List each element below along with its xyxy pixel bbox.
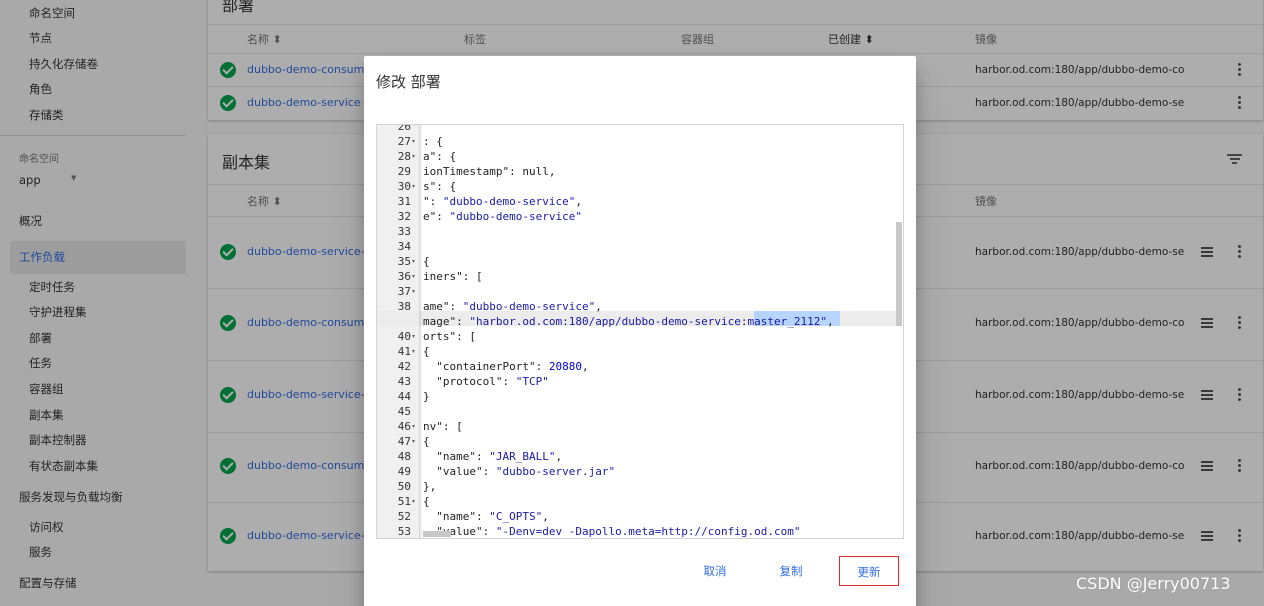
code-line[interactable]: { [423,254,430,269]
line-number: 29 [397,165,411,178]
line-number: 33 [397,225,411,238]
code-line[interactable]: { [423,494,430,509]
line-number: 30 [397,180,411,193]
fold-arrow-icon[interactable]: ▾ [412,494,415,509]
line-number: 41 [397,345,411,358]
line-number: 26 [397,124,411,133]
code-line[interactable]: "containerPort": 20880, [423,359,588,374]
fold-arrow-icon[interactable]: ▾ [412,284,415,299]
code-line[interactable]: ionTimestamp": null, [423,164,555,179]
line-number: 42 [397,360,411,373]
line-number: 31 [397,195,411,208]
fold-arrow-icon[interactable]: ▾ [412,329,415,344]
fold-arrow-icon[interactable]: ▾ [412,134,415,149]
code-line[interactable]: { [423,434,430,449]
vertical-scrollbar[interactable] [896,222,902,326]
json-editor[interactable]: 2627▾28▾2930▾3132333435▾36▾37▾383940▾41▾… [376,124,904,539]
code-line[interactable]: s": { [423,179,456,194]
code-line[interactable]: nv": [ [423,419,463,434]
line-number: 51 [397,495,411,508]
fold-arrow-icon[interactable]: ▾ [412,269,415,284]
horizontal-scrollbar[interactable] [423,531,451,537]
line-number: 32 [397,210,411,223]
fold-arrow-icon[interactable]: ▾ [412,419,415,434]
line-number: 35 [397,255,411,268]
line-number: 48 [397,450,411,463]
line-number: 27 [397,135,411,148]
copy-button[interactable]: 复制 [766,556,816,586]
code-line[interactable]: } [423,389,430,404]
code-line[interactable]: "value": "-Denv=dev -Dapollo.meta=http:/… [423,524,800,538]
line-number: 34 [397,240,411,253]
fold-arrow-icon[interactable]: ▾ [412,149,415,164]
line-number: 50 [397,480,411,493]
code-line[interactable]: "value": "dubbo-server.jar" [423,464,615,479]
editor-gutter: 2627▾28▾2930▾3132333435▾36▾37▾383940▾41▾… [377,125,420,538]
edit-deployment-dialog: 修改 部署 2627▾28▾2930▾3132333435▾36▾37▾3839… [364,56,916,606]
fold-arrow-icon[interactable]: ▾ [412,434,415,449]
code-line[interactable]: e": "dubbo-demo-service" [423,209,582,224]
line-number: 46 [397,420,411,433]
code-line[interactable]: "protocol": "TCP" [423,374,549,389]
code-line[interactable]: }, [423,479,436,494]
fold-arrow-icon[interactable]: ▾ [412,344,415,359]
code-line[interactable]: "name": "JAR_BALL", [423,449,562,464]
line-number: 43 [397,375,411,388]
watermark: CSDN @Jerry00713 [1076,574,1231,593]
line-number: 40 [397,330,411,343]
line-number: 36 [397,270,411,283]
line-number: 44 [397,390,411,403]
code-line[interactable]: ": "dubbo-demo-service", [423,194,582,209]
line-number: 49 [397,465,411,478]
cancel-button[interactable]: 取消 [690,556,740,586]
line-number: 52 [397,510,411,523]
code-line[interactable]: a": { [423,149,456,164]
fold-arrow-icon[interactable]: ▾ [412,254,415,269]
line-number: 53 [397,525,411,538]
line-number: 28 [397,150,411,163]
line-number: 37 [397,285,411,298]
code-line[interactable]: : { [423,134,443,149]
update-button[interactable]: 更新 [839,556,899,586]
line-number: 45 [397,405,411,418]
code-line[interactable]: orts": [ [423,329,476,344]
dialog-title: 修改 部署 [376,73,441,91]
line-number: 47 [397,435,411,448]
fold-arrow-icon[interactable]: ▾ [412,179,415,194]
code-line[interactable]: { [423,344,430,359]
code-line[interactable]: ame": "dubbo-demo-service", [423,299,602,314]
code-line[interactable]: mage": "harbor.od.com:180/app/dubbo-demo… [423,314,834,329]
code-line[interactable]: iners": [ [423,269,483,284]
code-line[interactable]: "name": "C_OPTS", [423,509,549,524]
